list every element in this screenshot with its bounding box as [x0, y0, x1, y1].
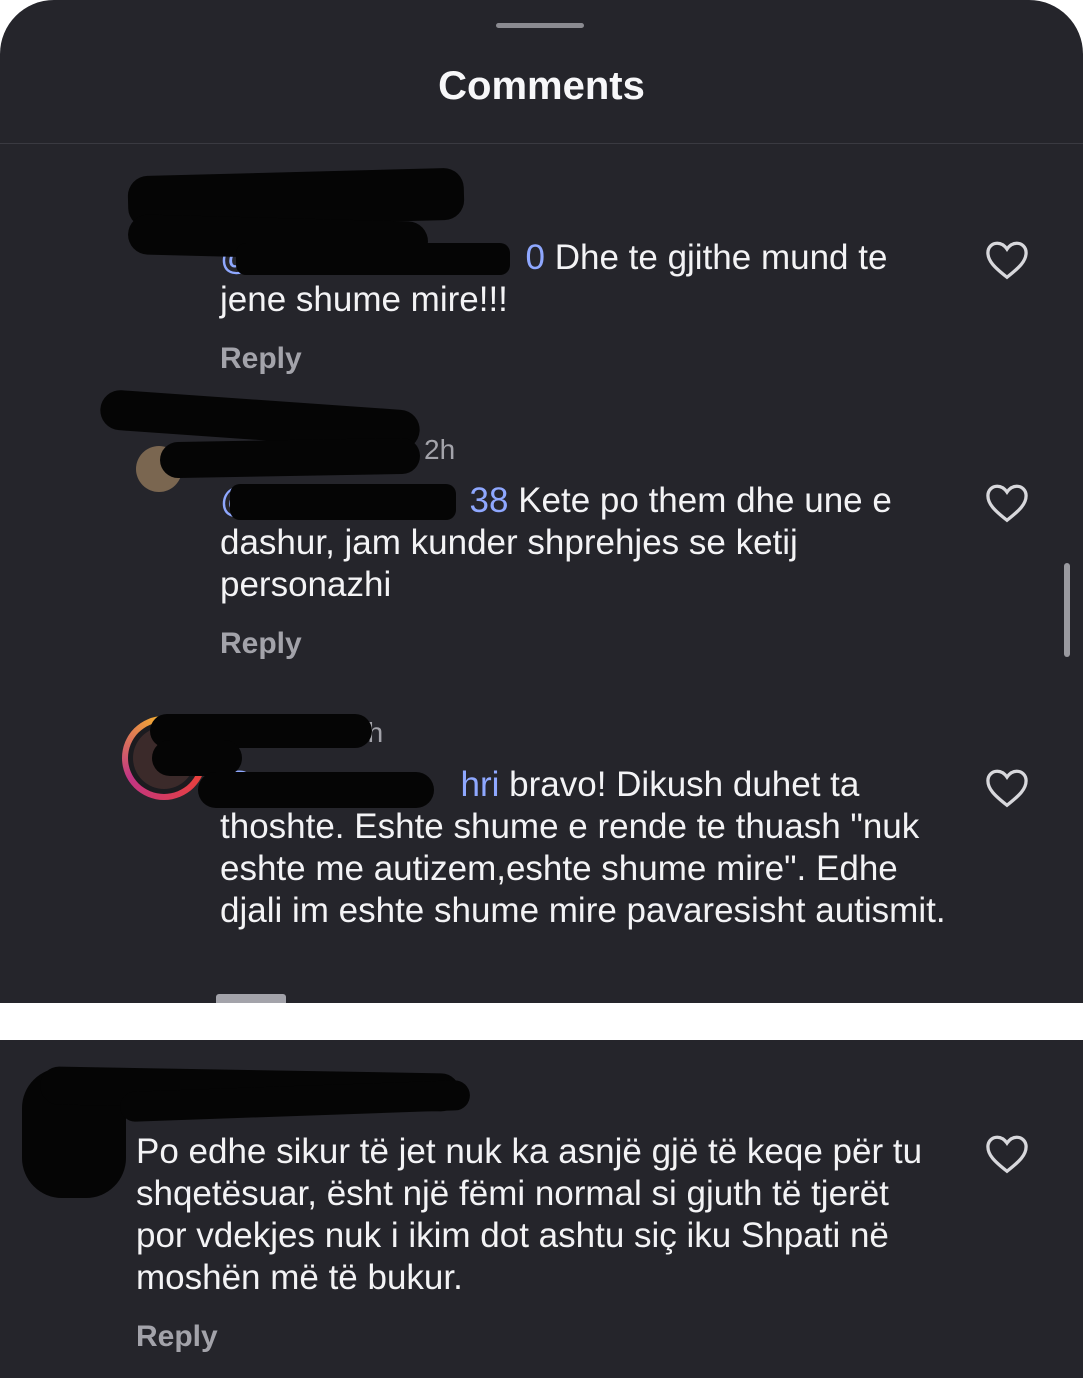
heart-outline-icon[interactable] — [985, 240, 1029, 280]
header-divider — [0, 143, 1083, 144]
mention-tail[interactable]: 38 — [470, 481, 509, 520]
comments-sheet-continued: Po edhe sikur të jet nuk ka asnjë gjë të… — [0, 1040, 1083, 1378]
heart-outline-icon[interactable] — [985, 768, 1029, 808]
redaction-mark — [159, 437, 421, 479]
mention-tail[interactable]: 0 — [526, 238, 545, 277]
comment-text: Po edhe sikur të jet nuk ka asnjë gjë të… — [136, 1132, 923, 1297]
redaction-mark — [152, 740, 242, 776]
scrollbar[interactable] — [1064, 563, 1070, 657]
comment-time: 2h — [424, 434, 456, 465]
reply-button-cut[interactable] — [216, 994, 286, 1003]
redaction-mark — [236, 243, 510, 275]
heart-outline-icon[interactable] — [985, 483, 1029, 523]
redaction-mark — [230, 484, 456, 520]
redaction-mark — [198, 772, 434, 808]
sheet-title: Comments — [438, 64, 645, 108]
comments-sheet: Comments @0 Dhe te gjithe mund te jene s… — [0, 0, 1083, 1003]
mention-tail[interactable]: hri — [461, 765, 500, 804]
reply-button[interactable]: Reply — [220, 342, 302, 376]
heart-outline-icon[interactable] — [985, 1134, 1029, 1174]
reply-button[interactable]: Reply — [220, 627, 302, 661]
reply-button[interactable]: Reply — [136, 1320, 218, 1354]
drag-handle[interactable] — [496, 23, 584, 28]
